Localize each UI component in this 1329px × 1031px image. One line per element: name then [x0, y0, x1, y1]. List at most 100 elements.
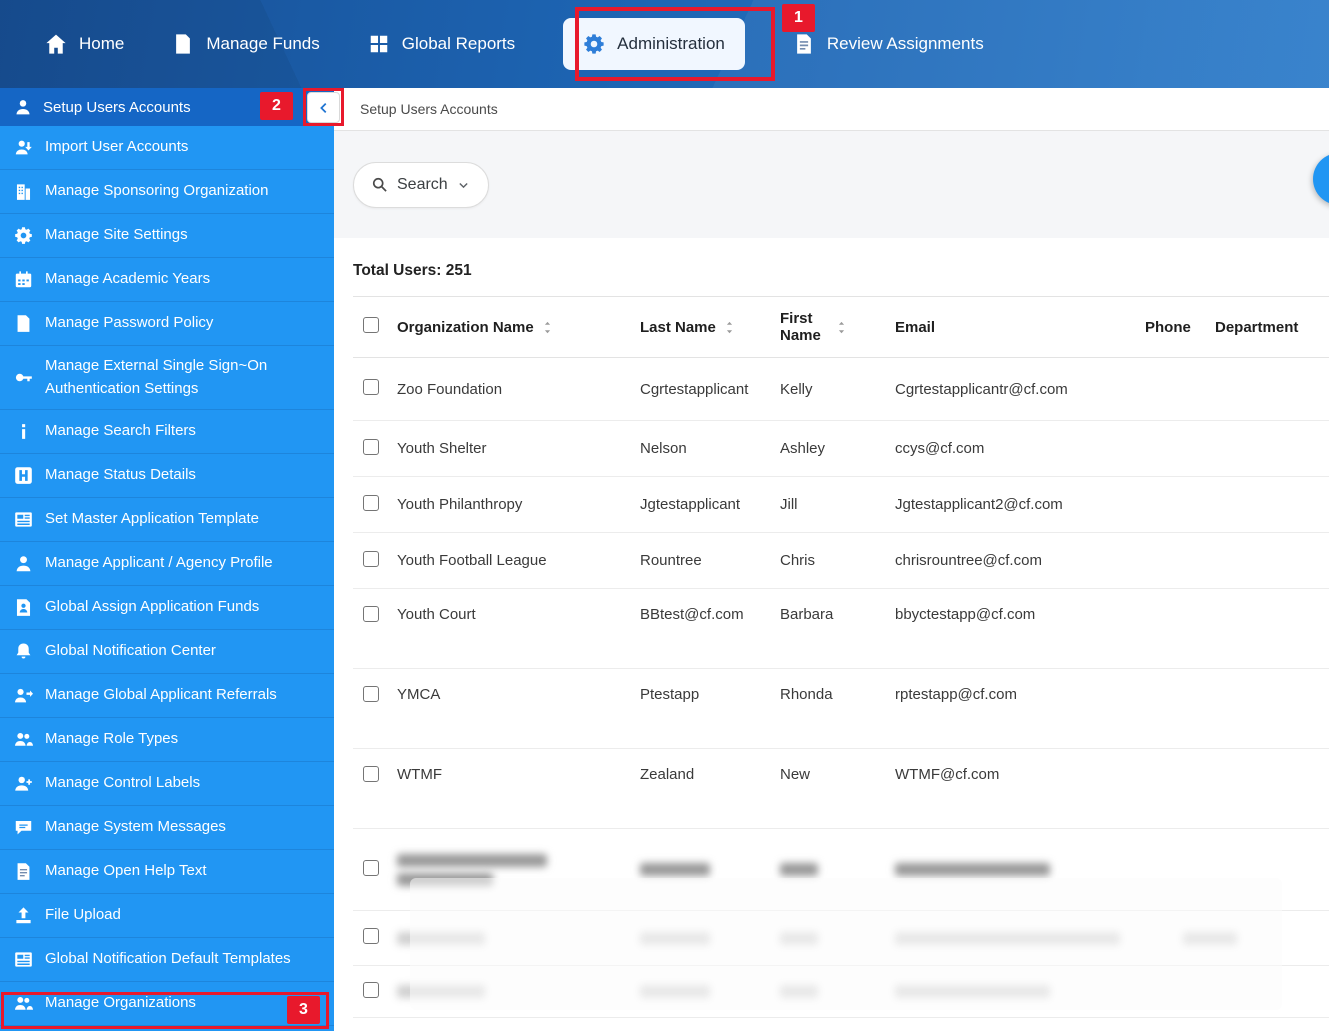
column-header-first-name[interactable]: First Name	[780, 310, 895, 344]
row-checkbox[interactable]	[363, 494, 379, 511]
cell-first-name: Kelly	[780, 380, 813, 398]
sidebar-item-manage-role-types[interactable]: Manage Role Types	[0, 718, 334, 762]
sidebar-item-label: Manage Password Policy	[45, 314, 214, 332]
cell-organization: Zoo Foundation	[397, 380, 503, 398]
sidebar-item-manage-password-policy[interactable]: Manage Password Policy	[0, 302, 334, 346]
document-icon	[172, 33, 194, 55]
sort-icon[interactable]	[541, 320, 554, 335]
nav-item-home[interactable]: Home	[45, 33, 124, 55]
sidebar-header-label: Setup Users Accounts	[43, 98, 191, 116]
sidebar-item-label: Manage Applicant / Agency Profile	[45, 554, 273, 572]
cell-organization: Youth Philanthropy	[397, 496, 523, 513]
sidebar-item-label: Manage Sponsoring Organization	[45, 182, 269, 200]
sidebar-item-label: Manage Academic Years	[45, 270, 211, 288]
search-icon	[371, 176, 388, 193]
sidebar-item-global-notification-center[interactable]: Global Notification Center	[0, 630, 334, 674]
column-header-organization-name[interactable]: Organization Name	[397, 319, 640, 336]
row-checkbox[interactable]	[363, 928, 379, 944]
column-header-label: Email	[895, 318, 936, 336]
table-row: Youth Philanthropy Jgtestapplicant Jill Jgt…	[353, 477, 1329, 533]
breadcrumb: Setup Users Accounts	[334, 88, 1329, 131]
cell-last-name	[640, 860, 780, 879]
nav-item-manage-funds[interactable]: Manage Funds	[172, 33, 320, 55]
cell-email: ccys@cf.com	[895, 440, 985, 457]
sidebar-item-manage-site-settings[interactable]: Manage Site Settings	[0, 214, 334, 258]
cell-organization: YMCA	[397, 686, 441, 703]
cell-email	[895, 860, 1145, 879]
row-checkbox[interactable]	[363, 606, 379, 622]
row-checkbox[interactable]	[363, 686, 379, 702]
sidebar-item-label: Global Assign Application Funds	[45, 598, 260, 616]
sidebar-item-manage-sponsoring-organization[interactable]: Manage Sponsoring Organization	[0, 170, 334, 214]
sidebar-item-set-master-application-template[interactable]: Set Master Application Template	[0, 498, 334, 542]
sidebar-collapse-button[interactable]	[307, 92, 340, 123]
select-all-checkbox[interactable]	[363, 317, 379, 333]
sidebar-item-label: Manage Control Labels	[45, 774, 201, 792]
row-checkbox[interactable]	[363, 981, 379, 998]
cell-last-name: BBtest@cf.com	[640, 606, 744, 623]
row-checkbox[interactable]	[363, 766, 379, 782]
user-icon	[14, 98, 32, 116]
sort-icon[interactable]	[723, 320, 736, 335]
column-header-last-name[interactable]: Last Name	[640, 319, 780, 336]
sidebar-item-manage-global-applicant-referrals[interactable]: Manage Global Applicant Referrals	[0, 674, 334, 718]
search-button[interactable]: Search	[353, 161, 489, 208]
row-select-cell	[353, 928, 397, 948]
sidebar-item-global-assign-application-funds[interactable]: Global Assign Application Funds	[0, 586, 334, 630]
nav-item-label: Manage Funds	[206, 34, 320, 53]
upload-icon	[14, 906, 33, 925]
sidebar-item-manage-control-labels[interactable]: Manage Control Labels	[0, 762, 334, 806]
sidebar-item-global-notification-default-templates[interactable]: Global Notification Default Templates	[0, 938, 334, 982]
row-checkbox[interactable]	[363, 379, 379, 395]
cell-organization	[397, 929, 640, 948]
sidebar-header-setup-users-accounts[interactable]: Setup Users Accounts	[0, 88, 334, 126]
nav-item-label: Review Assignments	[826, 34, 984, 53]
sidebar-item-manage-external-single-sign-on-authentication-settings[interactable]: Manage External Single Sign~On Authentic…	[0, 346, 334, 410]
nav-item-administration[interactable]: Administration	[563, 18, 745, 70]
sidebar-item-manage-organizations[interactable]: Manage Organizations	[0, 982, 334, 1026]
sidebar-item-manage-search-filters[interactable]: Manage Search Filters	[0, 410, 334, 454]
sidebar-item-manage-applicant-agency-profile[interactable]: Manage Applicant / Agency Profile	[0, 542, 334, 586]
chat-icon	[14, 818, 33, 837]
table-section: Total Users: 251 Organization Name Last N…	[334, 238, 1329, 1018]
sort-icon[interactable]	[835, 320, 848, 335]
column-header-department: Department	[1215, 319, 1329, 336]
sidebar-item-label: Import User Accounts	[45, 138, 189, 156]
row-checkbox[interactable]	[363, 438, 379, 455]
nav-item-global-reports[interactable]: Global Reports	[368, 33, 515, 55]
users-table: Organization Name Last Name First Name Emai…	[353, 296, 1329, 1018]
main-content: Setup Users Accounts Search Total Users:…	[334, 88, 1329, 1031]
cell-email: rptestapp@cf.com	[895, 686, 1017, 703]
sidebar-item-label: Manage Global Applicant Referrals	[45, 686, 277, 704]
nav-item-review-assignments[interactable]: Review Assignments	[793, 33, 984, 55]
cell-email: chrisrountree@cf.com	[895, 552, 1042, 569]
sidebar-item-manage-open-help-text[interactable]: Manage Open Help Text	[0, 850, 334, 894]
sidebar-item-import-user-accounts[interactable]: Import User Accounts	[0, 126, 334, 170]
top-navigation: Home Manage Funds Global Reports Administra…	[0, 0, 1329, 88]
sidebar-item-label: Global Notification Center	[45, 642, 216, 660]
row-checkbox[interactable]	[363, 859, 379, 876]
search-label: Search	[397, 175, 448, 193]
home-icon	[45, 33, 67, 55]
select-all-cell	[353, 317, 397, 337]
cell-last-name	[640, 929, 780, 948]
sidebar-item-file-upload[interactable]: File Upload	[0, 894, 334, 938]
nav-item-label: Home	[79, 34, 125, 53]
cell-last-name: Ptestapp	[640, 686, 700, 703]
user-plus-icon	[14, 774, 33, 793]
bell-icon	[14, 642, 33, 661]
nav-item-label: Global Reports	[401, 34, 516, 53]
gear-icon	[14, 226, 33, 245]
column-header-label: Phone	[1145, 318, 1191, 336]
cell-first-name: Rhonda	[780, 686, 833, 703]
cell-last-name: Rountree	[640, 552, 702, 569]
row-checkbox[interactable]	[363, 550, 379, 567]
sidebar-item-label: Manage Site Settings	[45, 226, 188, 244]
grid-icon	[368, 33, 390, 55]
sidebar-item-manage-academic-years[interactable]: Manage Academic Years	[0, 258, 334, 302]
cell-organization: WTMF	[397, 766, 442, 783]
sidebar-item-manage-system-messages[interactable]: Manage System Messages	[0, 806, 334, 850]
column-header-email: Email	[895, 319, 1145, 336]
building-icon	[14, 182, 33, 201]
sidebar-item-manage-status-details[interactable]: Manage Status Details	[0, 454, 334, 498]
